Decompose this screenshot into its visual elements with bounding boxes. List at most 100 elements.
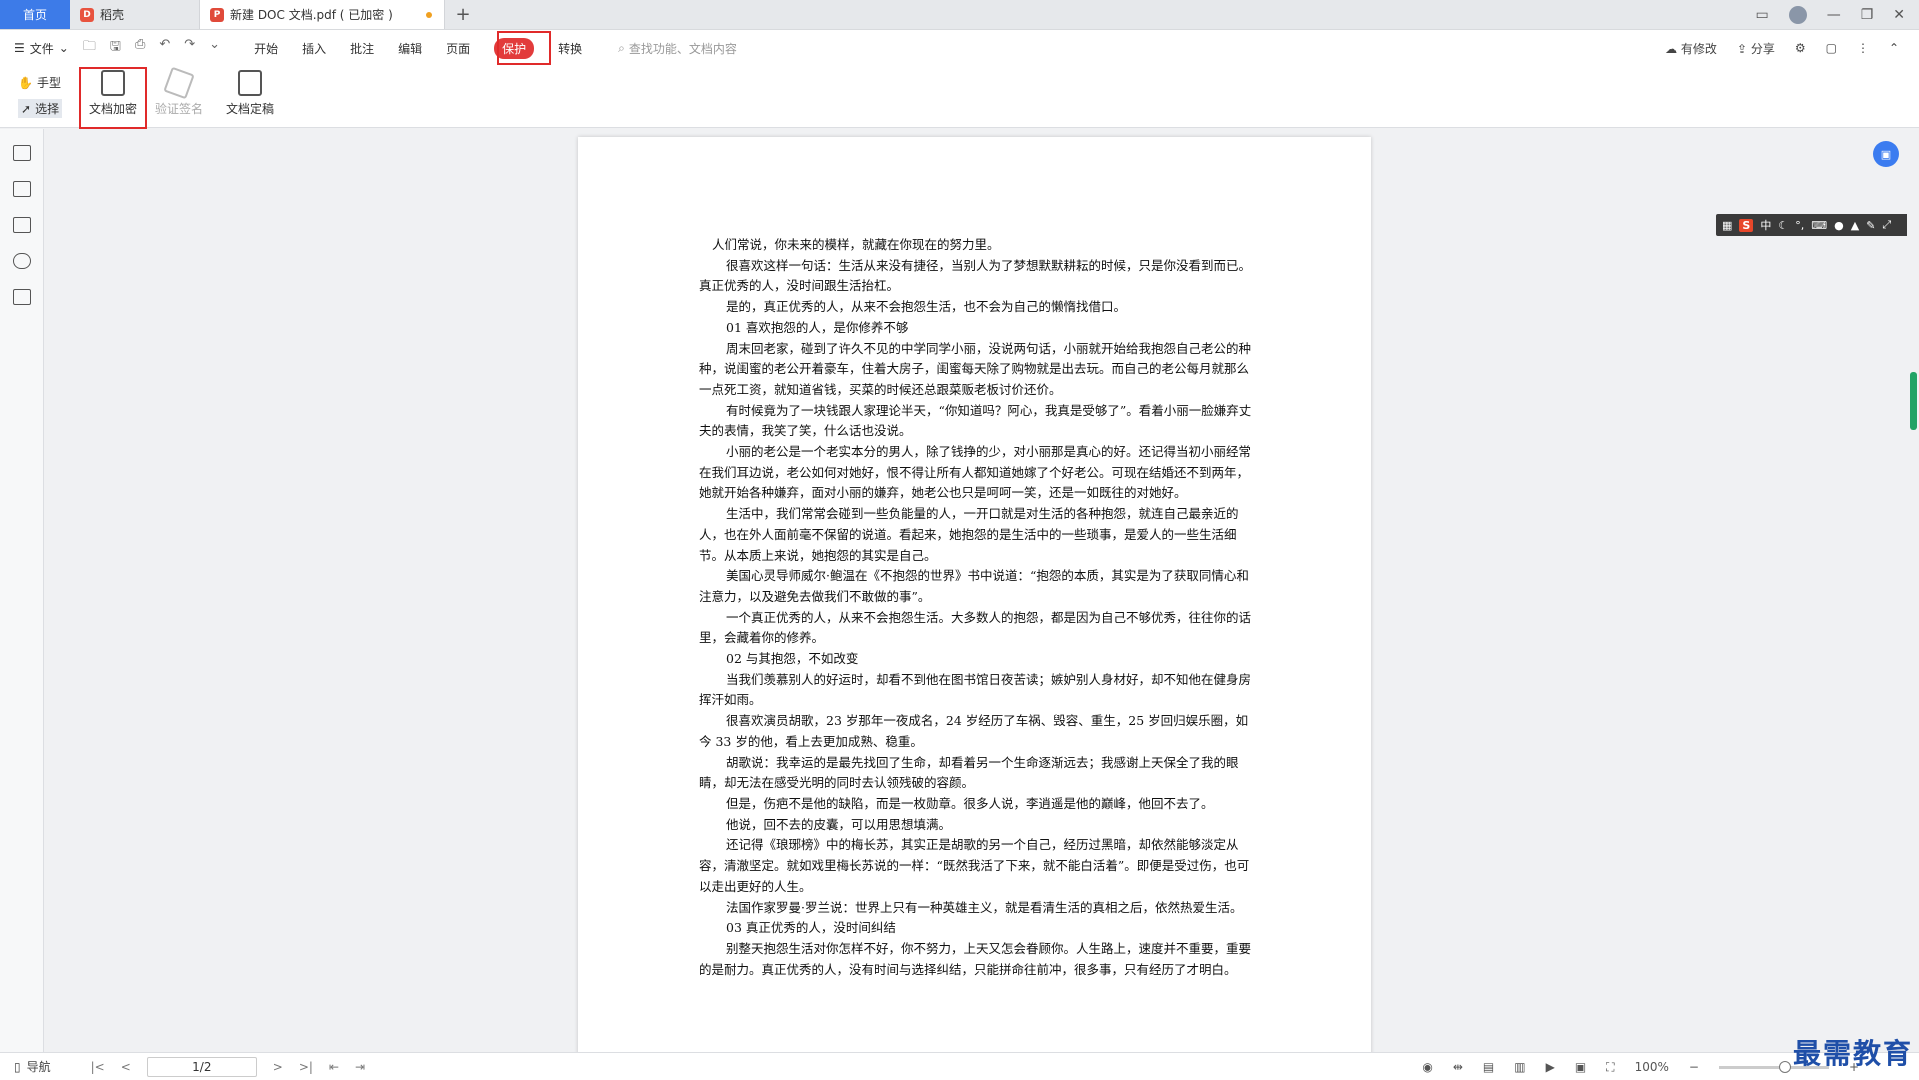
ime-language[interactable]: 中 bbox=[1760, 217, 1771, 233]
paragraph: 一个真正优秀的人，从来不会抱怨生活。大多数人的抱怨，都是因为自己不够优秀，往往你… bbox=[699, 609, 1252, 646]
hand-tool[interactable]: ✋ 手型 bbox=[18, 74, 61, 91]
keyboard-icon[interactable]: ⌨ bbox=[1811, 219, 1827, 232]
print-icon[interactable]: ⎙ bbox=[135, 37, 145, 59]
page-number-input[interactable]: 1/2 bbox=[146, 1056, 257, 1077]
tab-daoke[interactable]: D 稻壳 bbox=[70, 0, 200, 29]
more-icon[interactable]: ⌄ bbox=[209, 37, 220, 59]
scroll-thumb[interactable] bbox=[1910, 372, 1917, 430]
restore-icon[interactable]: ❐ bbox=[1861, 7, 1874, 23]
play-icon[interactable]: ▶ bbox=[1546, 1060, 1555, 1074]
user-icon[interactable]: ● bbox=[1834, 219, 1844, 232]
paragraph: 人们常说，你未来的模样，就藏在你现在的努力里。 bbox=[712, 237, 1000, 252]
more-options-icon[interactable]: ⋮ bbox=[1857, 41, 1869, 55]
eye-icon[interactable]: ◉ bbox=[1422, 1060, 1432, 1074]
pdf-page: 人们常说，你未来的模样，就藏在你现在的努力里。 很喜欢这样一句话：生活从来没有捷径… bbox=[578, 137, 1371, 1052]
zoom-out-icon[interactable]: − bbox=[1689, 1060, 1699, 1074]
ime-logo[interactable]: S bbox=[1739, 218, 1754, 232]
fit-page-icon[interactable]: ⛶ bbox=[1606, 1060, 1614, 1075]
signature-panel-icon[interactable] bbox=[12, 289, 31, 305]
finalize-document-icon bbox=[238, 70, 262, 96]
close-icon[interactable]: ✕ bbox=[1893, 7, 1905, 23]
thumbnail-icon[interactable] bbox=[12, 181, 31, 197]
redo-icon[interactable]: ↷ bbox=[184, 37, 195, 59]
paragraph: 但是，伤疤不是他的缺陷，而是一枚勋章。很多人说，李逍遥是他的巅峰，他回不去了。 bbox=[726, 795, 1214, 811]
forward-icon[interactable]: ⇥ bbox=[355, 1060, 365, 1074]
navigation-toggle[interactable]: ▯ 导航 bbox=[14, 1058, 51, 1075]
verify-signature-button[interactable]: 验证签名 bbox=[149, 66, 209, 117]
layout-icon[interactable]: ▭ bbox=[1755, 7, 1768, 23]
wrench-icon[interactable]: ✎ bbox=[1866, 219, 1875, 232]
comment-icon[interactable]: ▢ bbox=[1826, 41, 1837, 55]
tab-document[interactable]: P 新建 DOC 文档.pdf ( 已加密 ) bbox=[200, 0, 445, 29]
zoom-value[interactable]: 100% bbox=[1635, 1060, 1669, 1074]
paragraph: 别整天抱怨生活对你怎样不好，你不努力，上天又怎会眷顾你。人生路上，速度并不重要，… bbox=[699, 940, 1252, 977]
menu-start[interactable]: 开始 bbox=[242, 36, 290, 60]
unsaved-dot-icon bbox=[426, 12, 432, 18]
paragraph: 生活中，我们常常会碰到一些负能量的人，一开口就是对生活的各种抱怨，就连自己最亲近… bbox=[699, 506, 1239, 563]
tab-document-label: 新建 DOC 文档.pdf ( 已加密 ) bbox=[230, 8, 393, 22]
paragraph: 他说，回不去的皮囊，可以用思想填满。 bbox=[726, 816, 952, 832]
left-sidebar bbox=[0, 129, 44, 1052]
paragraph: 胡歌说：我幸运的是最先找回了生命，却看着另一个生命逐渐远去；我感谢上天保全了我的… bbox=[699, 754, 1239, 791]
menu-page[interactable]: 页面 bbox=[434, 36, 482, 60]
open-folder-icon[interactable]: 🗀 bbox=[83, 37, 96, 59]
settings-icon[interactable]: ⚙ bbox=[1795, 41, 1806, 55]
hand-tool-label: 手型 bbox=[36, 76, 61, 90]
moon-icon[interactable]: ☾ bbox=[1778, 219, 1788, 232]
menu-convert[interactable]: 转换 bbox=[546, 36, 594, 60]
encrypt-highlight-box bbox=[79, 67, 147, 129]
menu-insert[interactable]: 插入 bbox=[290, 36, 338, 60]
file-menu-label: 文件 bbox=[29, 41, 54, 56]
first-page-icon[interactable]: |< bbox=[91, 1060, 105, 1074]
paragraph: 周末回老家，碰到了许久不见的中学同学小丽，没说两句话，小丽就开始给我抱怨自己老公… bbox=[699, 340, 1252, 397]
share-button[interactable]: ⇪ 分享 bbox=[1737, 40, 1775, 57]
new-tab-button[interactable]: + bbox=[445, 0, 481, 29]
single-page-icon[interactable]: ▤ bbox=[1483, 1060, 1494, 1074]
paragraph: 01 喜欢抱怨的人，是你修养不够 bbox=[726, 319, 909, 335]
skin-icon[interactable]: ▲ bbox=[1851, 219, 1859, 232]
save-icon[interactable]: 🖫 bbox=[110, 37, 121, 59]
page-content: 人们常说，你未来的模样，就藏在你现在的努力里。 很喜欢这样一句话：生活从来没有捷径… bbox=[699, 235, 1254, 980]
window-controls: ▭ — ❐ ✕ bbox=[1755, 0, 1919, 30]
verify-signature-label: 验证签名 bbox=[154, 102, 203, 116]
daoke-icon: D bbox=[80, 7, 94, 22]
undo-icon[interactable]: ↶ bbox=[159, 37, 170, 59]
back-icon[interactable]: ⇤ bbox=[329, 1060, 339, 1074]
attachment-icon[interactable] bbox=[12, 253, 31, 269]
menu-annotate[interactable]: 批注 bbox=[338, 36, 386, 60]
minimize-icon[interactable]: — bbox=[1827, 7, 1841, 23]
actual-size-icon[interactable]: ▣ bbox=[1575, 1060, 1586, 1074]
zoom-slider-knob[interactable] bbox=[1778, 1060, 1791, 1073]
bookmark-icon[interactable] bbox=[12, 145, 31, 161]
finalize-button[interactable]: 文档定稿 bbox=[220, 70, 280, 117]
paragraph: 当我们羡慕别人的好运时，却看不到他在图书馆日夜苦读；嫉妒别人身材好，却不知他在健… bbox=[699, 671, 1252, 708]
tab-home[interactable]: 首页 bbox=[0, 0, 70, 29]
file-menu[interactable]: ☰ 文件 ⌄ bbox=[14, 40, 69, 57]
select-tool[interactable]: ➚ 选择 bbox=[18, 99, 63, 118]
finalize-label: 文档定稿 bbox=[225, 102, 274, 116]
search-box[interactable]: ⌕ 查找功能、文档内容 bbox=[618, 40, 737, 57]
double-page-icon[interactable]: ▥ bbox=[1514, 1060, 1525, 1074]
floating-action-icon[interactable]: ▣ bbox=[1873, 141, 1899, 167]
modified-button[interactable]: ☁ 有修改 bbox=[1665, 40, 1717, 57]
fit-width-icon[interactable]: ⇹ bbox=[1453, 1060, 1463, 1074]
pdf-file-icon: P bbox=[210, 7, 224, 22]
avatar[interactable] bbox=[1788, 6, 1807, 24]
collapse-icon[interactable]: ⌃ bbox=[1889, 41, 1899, 55]
next-page-icon[interactable]: > bbox=[273, 1060, 283, 1074]
paragraph: 还记得《琅琊榜》中的梅长苏，其实正是胡歌的另一个自己，经历过黑暗，却依然能够淡定… bbox=[699, 837, 1250, 894]
search-placeholder: 查找功能、文档内容 bbox=[628, 41, 737, 56]
vertical-scrollbar[interactable] bbox=[1907, 129, 1919, 1052]
protect-highlight-box bbox=[497, 31, 551, 65]
comment-panel-icon[interactable] bbox=[12, 217, 31, 233]
watermark-logo: 最需教育 bbox=[1792, 1037, 1913, 1070]
prev-page-icon[interactable]: < bbox=[121, 1060, 131, 1074]
expand-icon[interactable]: ⤢ bbox=[1882, 218, 1891, 232]
paragraph: 美国心灵导师威尔·鲍温在《不抱怨的世界》书中说道：“抱怨的本质，其实是为了获取同… bbox=[699, 568, 1249, 604]
paragraph: 小丽的老公是一个老实本分的男人，除了钱挣的少，对小丽那是真心的好。还记得当初小丽… bbox=[699, 444, 1252, 501]
tab-daoke-label: 稻壳 bbox=[100, 8, 125, 22]
tab-bar: 首页 D 稻壳 P 新建 DOC 文档.pdf ( 已加密 ) + ▭ — ❐ … bbox=[0, 0, 1919, 30]
punctuation-icon[interactable]: °, bbox=[1795, 219, 1804, 232]
menu-edit[interactable]: 编辑 bbox=[386, 36, 434, 60]
last-page-icon[interactable]: >| bbox=[299, 1060, 313, 1074]
